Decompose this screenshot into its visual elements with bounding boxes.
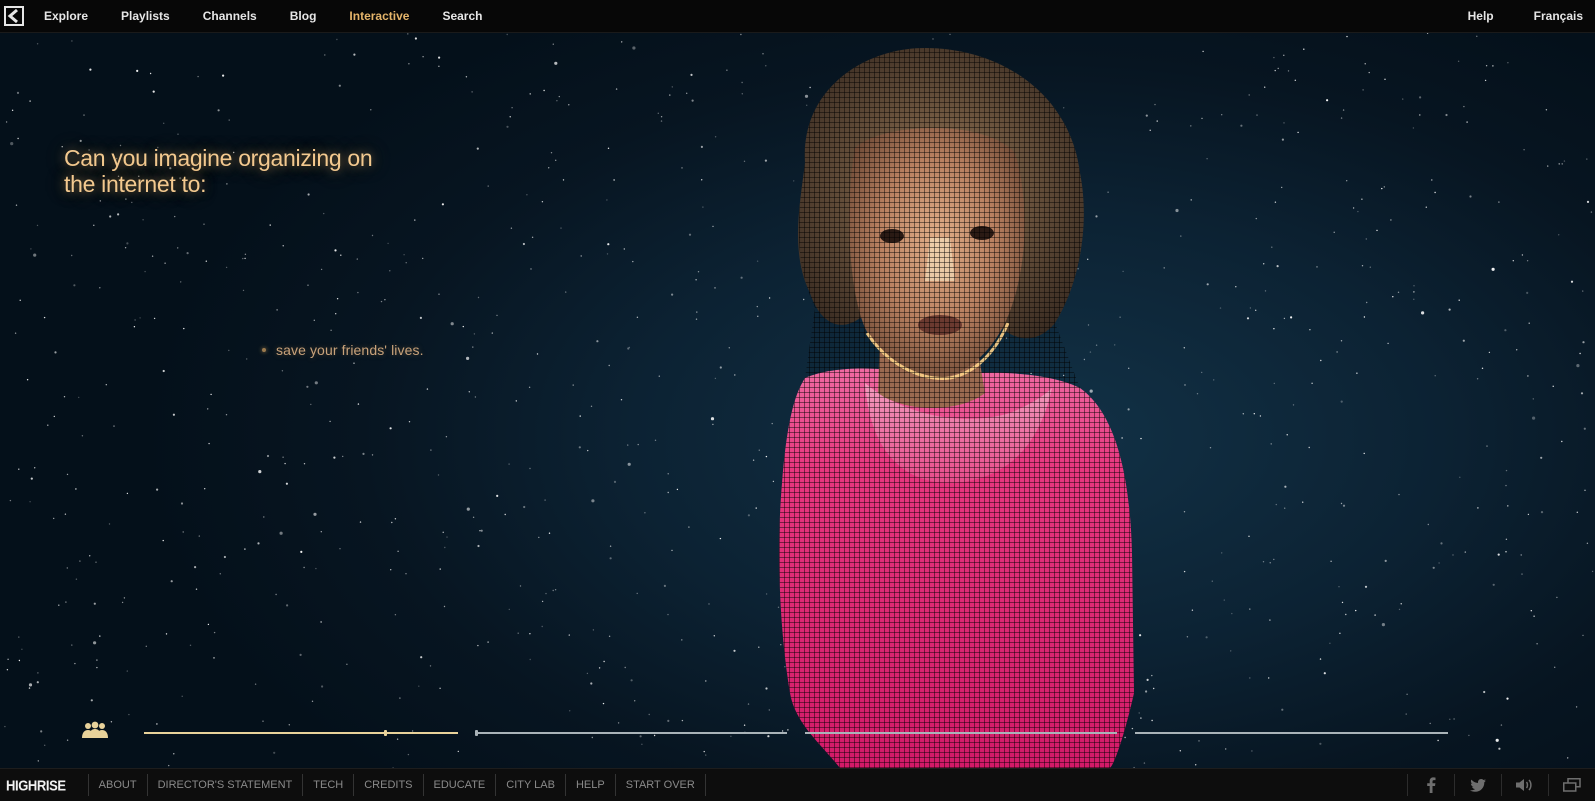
footer-link-tech[interactable]: TECH [302, 774, 353, 796]
pixel-portrait-girl [779, 48, 1134, 768]
prompt-question: Can you imagine organizing on the intern… [64, 145, 373, 197]
timeline-segment-4[interactable] [1135, 732, 1448, 734]
nav-channels[interactable]: Channels [203, 9, 257, 23]
volume-icon[interactable] [1501, 774, 1548, 796]
nav-help[interactable]: Help [1468, 9, 1494, 23]
footer-links: ABOUT DIRECTOR'S STATEMENT TECH CREDITS … [87, 774, 706, 796]
nav-search[interactable]: Search [442, 9, 482, 23]
twitter-icon[interactable] [1454, 774, 1501, 796]
option-bullet-icon [262, 348, 266, 352]
highrise-brand-logo[interactable]: HIGHRISE [6, 776, 66, 793]
timeline-marker[interactable] [475, 730, 478, 736]
footer-link-directors-statement[interactable]: DIRECTOR'S STATEMENT [146, 774, 303, 796]
nav-interactive[interactable]: Interactive [349, 9, 409, 23]
answer-option-label: save your friends' lives. [276, 342, 424, 358]
footer-link-credits[interactable]: CREDITS [353, 774, 422, 796]
footer-link-educate[interactable]: EDUCATE [422, 774, 496, 796]
footer-link-start-over[interactable]: START OVER [614, 774, 706, 796]
timeline-segment-1[interactable] [144, 730, 458, 736]
facebook-icon[interactable] [1407, 774, 1454, 796]
nav-explore[interactable]: Explore [44, 9, 88, 23]
footer-link-help[interactable]: HELP [564, 774, 615, 796]
footer-link-city-lab[interactable]: CITY LAB [495, 774, 565, 796]
footer-link-about[interactable]: ABOUT [87, 774, 147, 796]
footer-icons [1407, 774, 1595, 796]
timeline-segment-2[interactable] [475, 730, 787, 736]
people-icon[interactable] [81, 721, 109, 744]
nav-blog[interactable]: Blog [290, 9, 317, 23]
window-icon[interactable] [1548, 774, 1595, 796]
timeline-segment-3[interactable] [805, 732, 1117, 734]
highrise-logo-icon[interactable] [3, 5, 25, 27]
nav-language-francais[interactable]: Français [1534, 9, 1583, 23]
timeline-marker[interactable] [384, 730, 387, 736]
footer-bar: HIGHRISE ABOUT DIRECTOR'S STATEMENT TECH… [0, 768, 1595, 801]
answer-option[interactable]: save your friends' lives. [262, 342, 424, 358]
nav-playlists[interactable]: Playlists [121, 9, 170, 23]
interactive-stage: Can you imagine organizing on the intern… [0, 33, 1595, 768]
top-navigation: Explore Playlists Channels Blog Interact… [0, 0, 1595, 33]
